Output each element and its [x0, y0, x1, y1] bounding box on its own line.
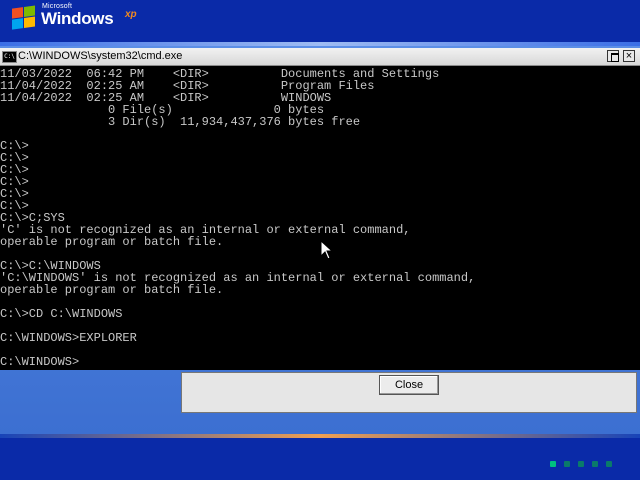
progress-block	[592, 461, 598, 467]
console-line: C:\>	[0, 151, 29, 165]
progress-block	[550, 461, 556, 467]
window-title: C:\WINDOWS\system32\cmd.exe	[18, 50, 183, 62]
flag-quadrant	[12, 18, 23, 30]
console-line: C:\>	[0, 187, 29, 201]
restore-button[interactable]	[607, 50, 619, 62]
console-line: C:\>CD C:\WINDOWS	[0, 307, 123, 321]
console-line: 3 Dir(s) 11,934,437,376 bytes free	[0, 115, 361, 129]
console-line: operable program or batch file.	[0, 283, 224, 297]
command-prompt-window[interactable]: C:\ C:\WINDOWS\system32\cmd.exe × 11/03/…	[0, 48, 640, 370]
logo-xp-text: xp	[125, 9, 137, 20]
console-line: C:\WINDOWS>	[0, 355, 80, 368]
console-line: C:\>	[0, 199, 29, 213]
progress-block	[606, 461, 612, 467]
restore-icon	[611, 53, 619, 62]
console-line: C:\>	[0, 175, 29, 189]
progress-block	[578, 461, 584, 467]
close-window-button[interactable]: ×	[623, 50, 635, 62]
mouse-pointer-icon	[320, 240, 334, 260]
logo-windows-text: Windows	[41, 9, 114, 28]
flag-quadrant	[24, 16, 35, 28]
dialog-panel: Close	[181, 372, 637, 413]
bottom-banner	[0, 438, 640, 480]
window-titlebar[interactable]: C:\ C:\WINDOWS\system32\cmd.exe ×	[0, 48, 640, 66]
windows-flag-icon	[12, 5, 36, 30]
loading-progress-indicator	[550, 461, 616, 469]
close-icon: ×	[625, 50, 633, 62]
dialog-close-button[interactable]: Close	[379, 375, 439, 395]
console-line: C:\>	[0, 139, 29, 153]
console-output[interactable]: 11/03/2022 06:42 PM <DIR> Documents and …	[0, 68, 640, 368]
console-line: C:\>	[0, 163, 29, 177]
progress-block	[564, 461, 570, 467]
console-icon: C:\	[2, 51, 17, 63]
flag-quadrant	[12, 7, 23, 19]
flag-quadrant	[24, 5, 35, 17]
console-line: C:\WINDOWS>EXPLORER	[0, 331, 137, 345]
